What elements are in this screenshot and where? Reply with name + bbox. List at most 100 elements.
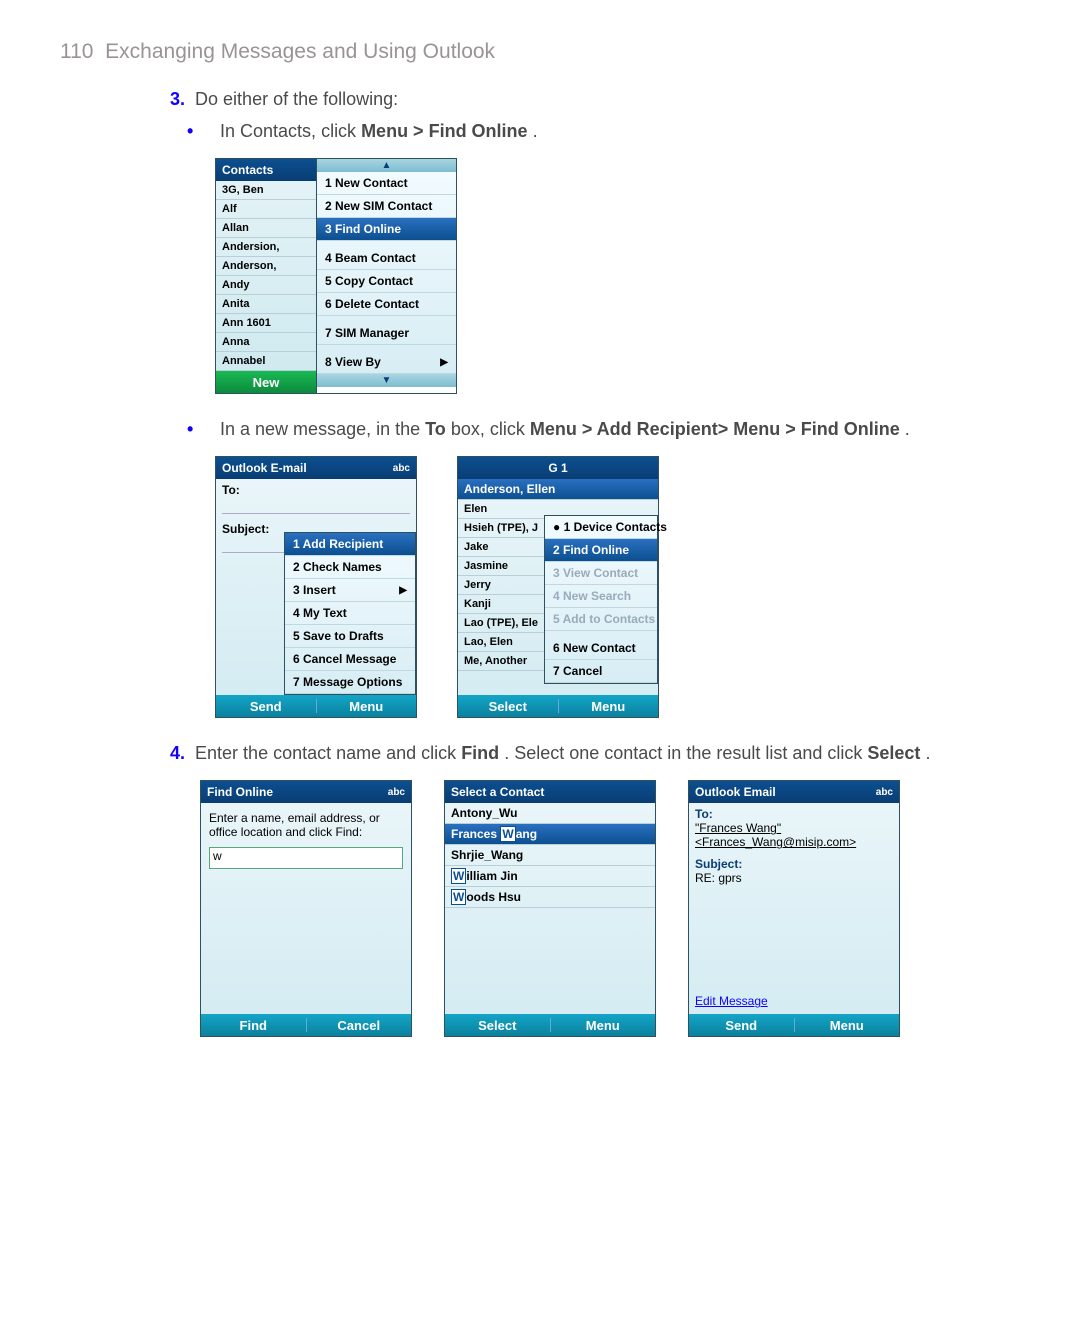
- menu-item[interactable]: 2 New SIM Contact: [317, 195, 456, 218]
- list-item[interactable]: Allan: [216, 219, 316, 238]
- contacts-menu[interactable]: 1 New Contact2 New SIM Contact3 Find Onl…: [316, 172, 456, 374]
- list-item[interactable]: Anna: [216, 333, 316, 352]
- title-text: Select a Contact: [451, 785, 544, 799]
- menu-item[interactable]: 5 Save to Drafts: [285, 625, 415, 648]
- title-text: G 1: [548, 461, 567, 475]
- text: . Select one contact in the result list …: [504, 743, 867, 763]
- to-field[interactable]: [222, 499, 410, 514]
- list-item[interactable]: Annabel: [216, 352, 316, 371]
- list-item[interactable]: Alf: [216, 200, 316, 219]
- text: In Contacts, click: [220, 121, 361, 141]
- text: In a new message, in the: [220, 419, 425, 439]
- newmsg-softkeys: Send Menu: [216, 695, 416, 717]
- contacts-list[interactable]: 3G, BenAlfAllanAndersion,Anderson,AndyAn…: [216, 181, 316, 371]
- select-titlebar: Select a Contact: [445, 781, 655, 803]
- text: .: [533, 121, 538, 141]
- page-header: 110 Exchanging Messages and Using Outloo…: [60, 40, 1020, 64]
- softkey-select[interactable]: Select: [458, 699, 558, 714]
- menu-item[interactable]: 1 Add Recipient: [285, 533, 415, 556]
- result-titlebar: Outlook Email abc: [689, 781, 899, 803]
- list-item[interactable]: Anderson,: [216, 257, 316, 276]
- menu-item[interactable]: 3 Find Online: [317, 218, 456, 241]
- step-3-number: 3.: [170, 89, 185, 109]
- menu-item[interactable]: 6 New Contact: [545, 637, 657, 660]
- menu-item[interactable]: 2 Find Online: [545, 539, 657, 562]
- menu-item[interactable]: 6 Delete Contact: [317, 293, 456, 316]
- scroll-down-icon[interactable]: ▼: [316, 374, 456, 387]
- menu-item[interactable]: 4 My Text: [285, 602, 415, 625]
- subject-value: RE: gprs: [689, 871, 899, 885]
- text: box, click: [451, 419, 530, 439]
- softkey-menu[interactable]: Menu: [551, 1018, 656, 1033]
- find-bold: Find: [461, 743, 499, 763]
- company-menu[interactable]: ● 1 Device Contacts2 Find Online3 View C…: [544, 515, 658, 684]
- find-input[interactable]: w: [209, 847, 403, 869]
- menu-item[interactable]: 5 Copy Contact: [317, 270, 456, 293]
- input-mode-icon: abc: [388, 787, 405, 798]
- edit-message-link[interactable]: Edit Message: [695, 994, 768, 1008]
- menu-item[interactable]: 1 New Contact: [317, 172, 456, 195]
- find-softkeys: Find Cancel: [201, 1014, 411, 1036]
- newmsg-menu[interactable]: 1 Add Recipient2 Check Names3 Insert▶4 M…: [284, 532, 416, 695]
- selected-contact[interactable]: Anderson, Ellen: [458, 479, 658, 500]
- figure-results-row: Find Online abc Enter a name, email addr…: [200, 780, 1020, 1037]
- menu-item: 5 Add to Contacts: [545, 608, 657, 631]
- list-item[interactable]: Anita: [216, 295, 316, 314]
- select-list[interactable]: Antony_WuFrances WangShrjie_WangWilliam …: [445, 803, 655, 1014]
- to-label: To:: [216, 479, 416, 497]
- title-text: Contacts: [222, 163, 273, 177]
- to-label: To:: [689, 803, 899, 821]
- title-text: Find Online: [207, 785, 273, 799]
- softkey-send[interactable]: Send: [216, 699, 316, 714]
- menu-item[interactable]: 7 Cancel: [545, 660, 657, 683]
- list-item[interactable]: Andy: [216, 276, 316, 295]
- menu-item[interactable]: 7 SIM Manager: [317, 322, 456, 345]
- menu-item[interactable]: 4 Beam Contact: [317, 247, 456, 270]
- page-title: Exchanging Messages and Using Outlook: [105, 40, 495, 63]
- list-item[interactable]: Ann 1601: [216, 314, 316, 333]
- phone-company: G 1 Anderson, Ellen ElenHsieh (TPE), JJa…: [457, 456, 659, 718]
- phone-contacts: Contacts 3G, BenAlfAllanAndersion,Anders…: [215, 158, 457, 394]
- step-3-text: Do either of the following:: [195, 89, 398, 109]
- phone-find: Find Online abc Enter a name, email addr…: [200, 780, 412, 1037]
- list-item[interactable]: Andersion,: [216, 238, 316, 257]
- to-name[interactable]: "Frances Wang": [689, 821, 899, 835]
- list-item[interactable]: Woods Hsu: [445, 887, 655, 908]
- menu-item[interactable]: 6 Cancel Message: [285, 648, 415, 671]
- menu-path: Menu > Find Online: [361, 121, 528, 141]
- softkey-menu[interactable]: Menu: [795, 1018, 900, 1033]
- menu-item[interactable]: 2 Check Names: [285, 556, 415, 579]
- to-address[interactable]: <Frances_Wang@misip.com>: [689, 835, 899, 853]
- list-item[interactable]: Antony_Wu: [445, 803, 655, 824]
- softkey-menu[interactable]: Menu: [317, 699, 417, 714]
- step-3: 3. Do either of the following:: [170, 86, 1020, 112]
- softkey-menu[interactable]: Menu: [559, 699, 659, 714]
- menu-item[interactable]: 8 View By▶: [317, 351, 456, 374]
- softkey-send[interactable]: Send: [689, 1018, 794, 1033]
- menu-item[interactable]: ● 1 Device Contacts: [545, 516, 657, 539]
- softkey-find[interactable]: Find: [201, 1018, 306, 1033]
- input-mode-icon: abc: [876, 787, 893, 798]
- figure-newmsg-row: Outlook E-mail abc To: Subject: 1 Add Re…: [215, 456, 1020, 718]
- scroll-up-icon[interactable]: ▲: [316, 159, 456, 172]
- input-mode-icon: abc: [393, 463, 410, 474]
- softkey-select[interactable]: Select: [445, 1018, 550, 1033]
- phone-newmsg: Outlook E-mail abc To: Subject: 1 Add Re…: [215, 456, 417, 718]
- softkey-new[interactable]: New: [216, 375, 316, 390]
- list-item[interactable]: Frances Wang: [445, 824, 655, 845]
- menu-item[interactable]: 7 Message Options: [285, 671, 415, 694]
- list-item[interactable]: Shrjie_Wang: [445, 845, 655, 866]
- menu-item[interactable]: 3 Insert▶: [285, 579, 415, 602]
- text: .: [905, 419, 910, 439]
- find-hint: Enter a name, email address, or office l…: [201, 803, 411, 839]
- company-titlebar: G 1: [458, 457, 658, 479]
- menu-item: 4 New Search: [545, 585, 657, 608]
- title-text: Outlook Email: [695, 785, 776, 799]
- list-item[interactable]: 3G, Ben: [216, 181, 316, 200]
- text: Enter the contact name and click: [195, 743, 461, 763]
- list-item[interactable]: William Jin: [445, 866, 655, 887]
- step-3-bullet-2: In a new message, in the To box, click M…: [215, 416, 1020, 442]
- menu-item: 3 View Contact: [545, 562, 657, 585]
- company-softkeys: Select Menu: [458, 695, 658, 717]
- softkey-cancel[interactable]: Cancel: [307, 1018, 412, 1033]
